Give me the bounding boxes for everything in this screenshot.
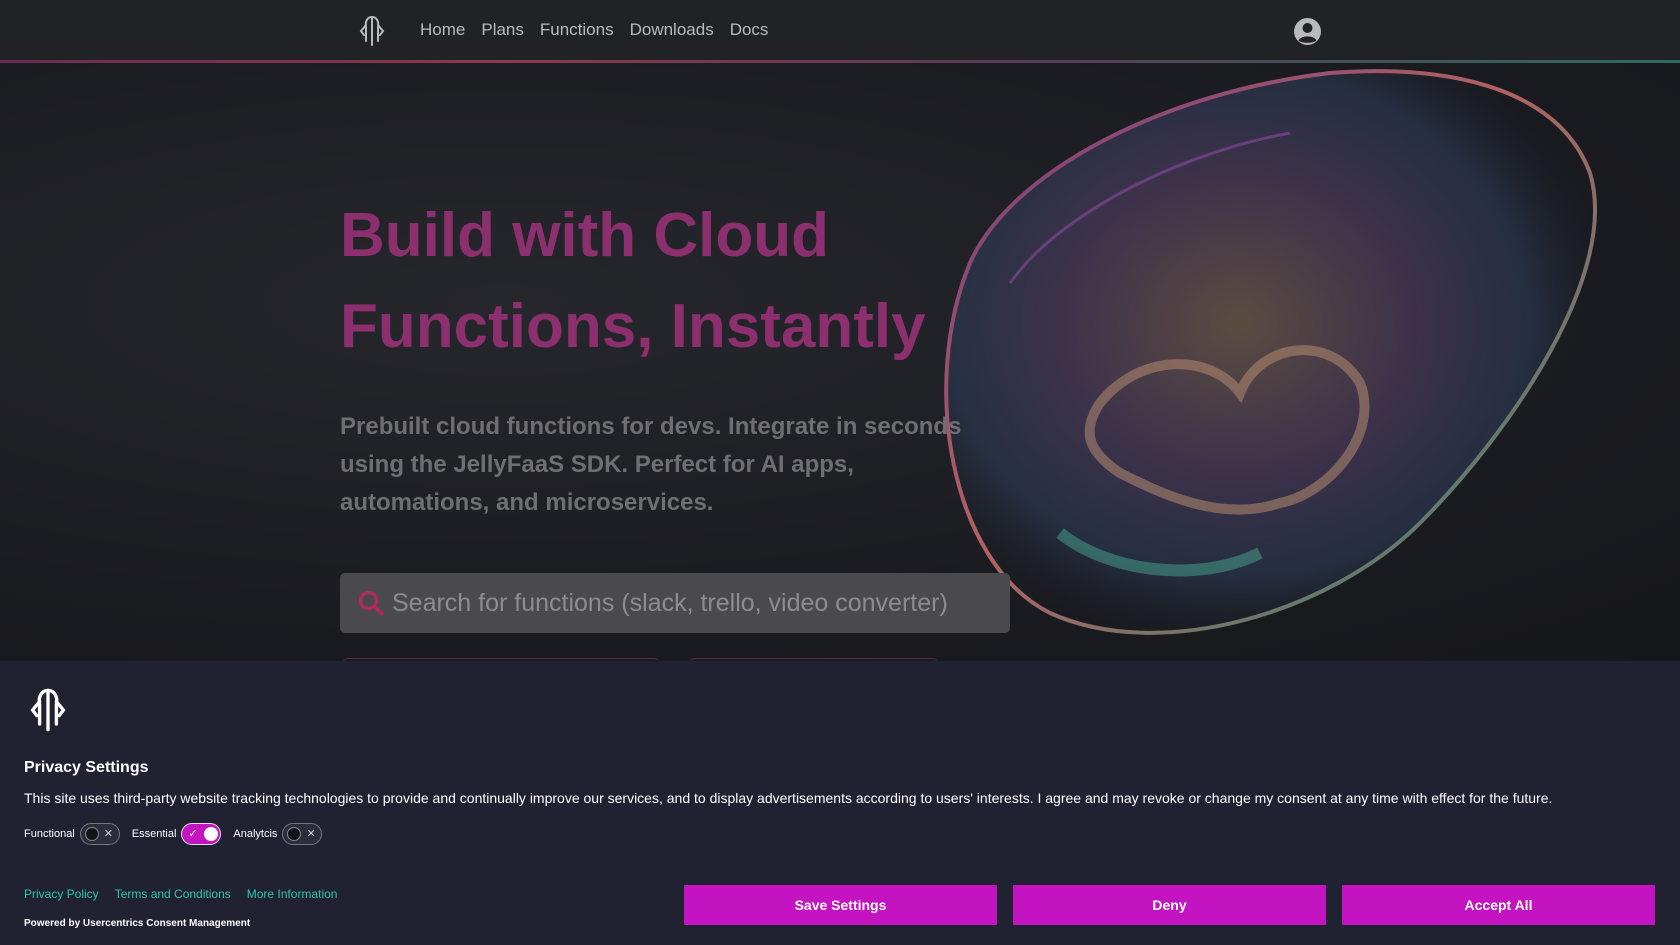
search-icon: [358, 590, 384, 616]
privacy-settings-title: Privacy Settings: [24, 759, 149, 776]
toggle-label: Functional: [24, 828, 75, 840]
consent-links: Privacy Policy Terms and Conditions More…: [24, 887, 337, 901]
x-icon: ✕: [306, 828, 316, 840]
privacy-policy-link[interactable]: Privacy Policy: [24, 887, 99, 901]
nav-docs[interactable]: Docs: [730, 20, 769, 40]
analytics-switch[interactable]: ✕: [282, 823, 323, 845]
accept-all-button[interactable]: Accept All: [1342, 885, 1655, 925]
top-navbar: Home Plans Functions Downloads Docs: [0, 0, 1680, 62]
check-icon: ✓: [188, 828, 198, 840]
privacy-description: This site uses third-party website track…: [24, 790, 1553, 806]
jellyfish-logo-icon: [30, 688, 66, 732]
x-icon: ✕: [103, 828, 113, 840]
deny-button[interactable]: Deny: [1013, 885, 1326, 925]
nav-plans[interactable]: Plans: [481, 20, 524, 40]
nav-downloads[interactable]: Downloads: [630, 20, 714, 40]
hero-subtitle: Prebuilt cloud functions for devs. Integ…: [340, 413, 962, 516]
hero-title: Build with Cloud Functions, Instantly: [340, 201, 926, 361]
search-input[interactable]: [392, 573, 992, 633]
main-nav: Home Plans Functions Downloads Docs: [420, 20, 768, 40]
nav-home[interactable]: Home: [420, 20, 465, 40]
toggle-functional: Functional ✕: [24, 823, 120, 845]
nav-functions[interactable]: Functions: [540, 20, 614, 40]
functional-switch[interactable]: ✕: [79, 823, 120, 845]
terms-link[interactable]: Terms and Conditions: [115, 887, 231, 901]
switch-knob: [204, 827, 219, 841]
essential-switch[interactable]: ✓: [181, 823, 222, 845]
switch-knob: [287, 827, 302, 841]
toggle-analytics: Analytcis ✕: [233, 823, 323, 845]
user-circle-icon[interactable]: [1293, 17, 1322, 46]
more-information-link[interactable]: More Information: [247, 887, 338, 901]
save-settings-button[interactable]: Save Settings: [684, 885, 997, 925]
function-search-box[interactable]: [340, 573, 1010, 633]
hero-section: Build with Cloud Functions, Instantly Pr…: [0, 63, 1680, 663]
powered-by-text: Powered by Usercentrics Consent Manageme…: [24, 918, 251, 929]
toggle-label: Essential: [131, 828, 177, 840]
switch-knob: [84, 827, 99, 841]
consent-toggles: Functional ✕ Essential ✓ Analytcis ✕: [24, 823, 334, 845]
toggle-label: Analytcis: [233, 828, 278, 840]
toggle-essential: Essential ✓: [132, 823, 222, 845]
privacy-consent-banner: Privacy Settings This site uses third-pa…: [0, 661, 1680, 945]
jellyfish-logo-icon[interactable]: [357, 14, 387, 48]
